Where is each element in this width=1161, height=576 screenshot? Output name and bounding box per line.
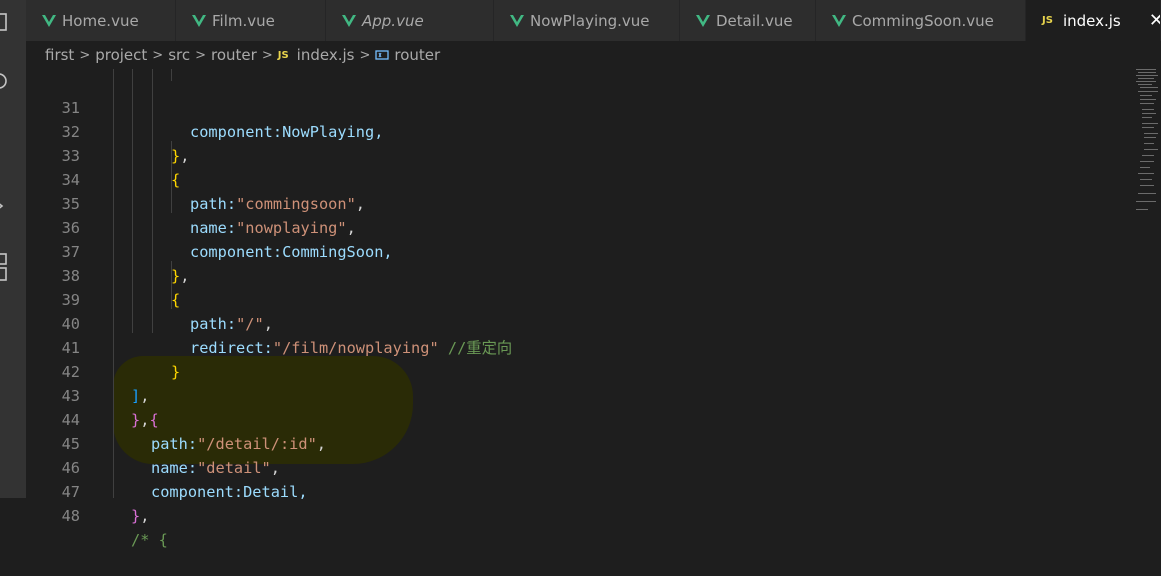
- vue-icon: [832, 14, 846, 27]
- code-editor[interactable]: 31 component:NowPlaying, 32 }, 33 { 34 p…: [26, 69, 1136, 549]
- chevron-right-icon: >: [195, 47, 206, 63]
- breadcrumb: first > project > src > router > JS inde…: [26, 41, 1161, 69]
- chevron-right-icon: >: [79, 47, 91, 63]
- tab-app-vue[interactable]: App.vue: [326, 0, 494, 41]
- code-line: 36 component:CommingSoon,: [26, 192, 1126, 261]
- vue-icon: [342, 14, 356, 27]
- vue-icon: [192, 14, 206, 27]
- code-line: 34 path:"commingsoon",: [26, 144, 1126, 213]
- vue-icon: [510, 14, 524, 27]
- run-debug-icon[interactable]: [0, 196, 8, 212]
- code-line: 31 component:NowPlaying,: [26, 72, 1126, 141]
- breadcrumb-item-first[interactable]: first: [45, 46, 74, 64]
- tab-nowplaying-vue[interactable]: NowPlaying.vue: [494, 0, 680, 41]
- activity-bar: [0, 0, 26, 498]
- code-comment: /* {: [131, 531, 168, 549]
- line-number: 48: [61, 507, 80, 525]
- breadcrumb-item-src[interactable]: src: [168, 46, 190, 64]
- code-line: 35 name:"nowplaying",: [26, 168, 1126, 237]
- tab-label: Film.vue: [212, 11, 275, 30]
- tab-detail-vue[interactable]: Detail.vue: [680, 0, 816, 41]
- breadcrumb-item-project[interactable]: project: [95, 46, 147, 64]
- code-line: 48 /* {: [26, 480, 1126, 549]
- tab-label: NowPlaying.vue: [530, 11, 650, 30]
- code-line: 43 },{: [26, 360, 1126, 429]
- code-line: 37 },: [26, 216, 1126, 285]
- tab-label: index.js: [1062, 11, 1121, 30]
- minimap[interactable]: [1136, 69, 1161, 219]
- code-line: 38 {: [26, 240, 1126, 309]
- code-line: 33 {: [26, 120, 1126, 189]
- js-icon: JS: [1042, 15, 1053, 26]
- chevron-right-icon: >: [261, 47, 273, 63]
- tab-label: CommingSoon.vue: [852, 11, 994, 30]
- code-line: 44 path:"/detail/:id",: [26, 384, 1126, 453]
- source-control-icon[interactable]: [0, 134, 8, 150]
- search-icon[interactable]: [0, 72, 8, 89]
- chevron-right-icon: >: [359, 47, 371, 63]
- tab-label: Home.vue: [62, 11, 139, 30]
- breadcrumb-item-file[interactable]: index.js: [297, 46, 355, 64]
- tab-label: App.vue: [362, 11, 424, 30]
- js-icon: JS: [277, 49, 289, 61]
- code-line: 39 path:"/",: [26, 264, 1126, 333]
- extensions-icon[interactable]: [0, 252, 8, 281]
- variable-symbol-icon: [375, 50, 390, 60]
- breadcrumb-item-symbol[interactable]: router: [394, 46, 440, 64]
- vue-icon: [696, 14, 710, 27]
- code-line: 46 component:Detail,: [26, 432, 1126, 501]
- close-icon[interactable]: ✕: [1149, 10, 1160, 31]
- code-line: 32 },: [26, 96, 1126, 165]
- vue-icon: [42, 14, 56, 27]
- tab-index-js[interactable]: JS index.js ✕: [1026, 0, 1161, 41]
- explorer-icon[interactable]: [0, 12, 8, 31]
- tab-label: Detail.vue: [716, 11, 793, 30]
- chevron-right-icon: >: [152, 47, 164, 63]
- code-line: 45 name:"detail",: [26, 408, 1126, 477]
- tab-film-vue[interactable]: Film.vue: [176, 0, 326, 41]
- tab-commingsoon-vue[interactable]: CommingSoon.vue: [816, 0, 1026, 41]
- tab-home-vue[interactable]: Home.vue: [26, 0, 176, 41]
- code-line: 42 ],: [26, 336, 1126, 405]
- code-line: 41 }: [26, 312, 1126, 381]
- breadcrumb-item-router[interactable]: router: [211, 46, 257, 64]
- code-line: 40 redirect:"/film/nowplaying" //重定向: [26, 288, 1126, 357]
- tab-bar: Home.vue Film.vue App.vue NowPlaying.vue…: [26, 0, 1161, 41]
- code-line: 47 },: [26, 456, 1126, 525]
